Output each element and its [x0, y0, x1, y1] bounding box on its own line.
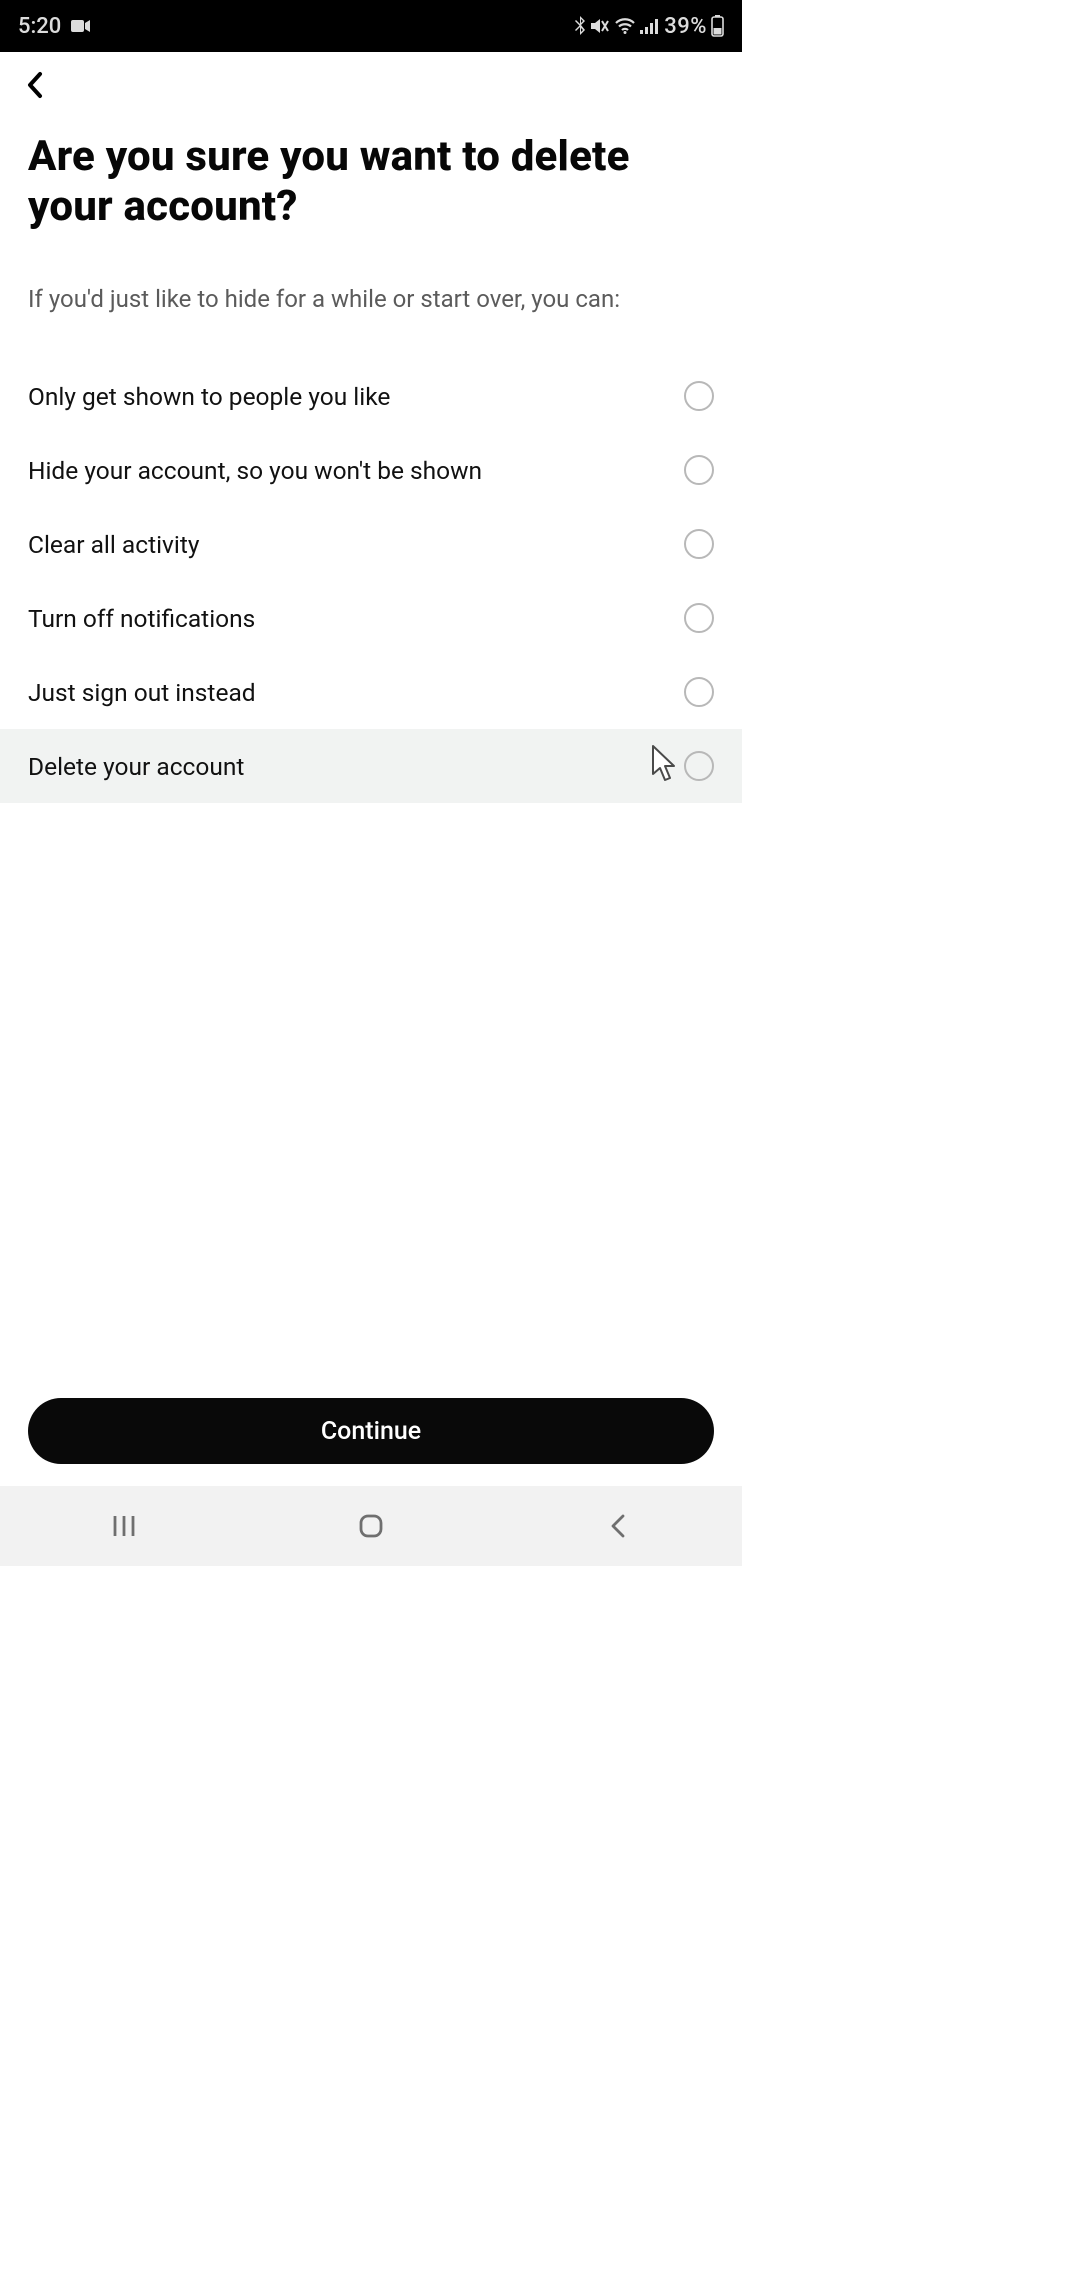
status-battery-pct: 39%	[664, 14, 707, 39]
option-sign-out[interactable]: Just sign out instead	[28, 655, 714, 729]
android-nav-bar	[0, 1486, 742, 1566]
home-icon	[358, 1513, 384, 1539]
option-label: Delete your account	[28, 752, 244, 781]
options-list: Only get shown to people you like Hide y…	[28, 359, 714, 803]
radio-unchecked-icon	[684, 455, 714, 485]
option-label: Clear all activity	[28, 530, 199, 559]
option-clear-activity[interactable]: Clear all activity	[28, 507, 714, 581]
continue-button[interactable]: Continue	[28, 1398, 714, 1464]
back-button[interactable]	[18, 68, 52, 102]
wifi-icon	[614, 18, 636, 34]
option-label: Hide your account, so you won't be shown	[28, 456, 482, 485]
chevron-left-icon	[25, 71, 45, 99]
option-label: Turn off notifications	[28, 604, 255, 633]
option-hide-account[interactable]: Hide your account, so you won't be shown	[28, 433, 714, 507]
back-row	[0, 52, 742, 102]
recent-apps-icon	[111, 1514, 137, 1538]
page-subtitle: If you'd just like to hide for a while o…	[28, 283, 668, 315]
radio-unchecked-icon	[684, 529, 714, 559]
nav-home-button[interactable]	[354, 1509, 388, 1543]
option-only-shown-to-liked[interactable]: Only get shown to people you like	[28, 359, 714, 433]
radio-unchecked-icon	[684, 677, 714, 707]
nav-recent-button[interactable]	[107, 1509, 141, 1543]
screen: Are you sure you want to delete your acc…	[0, 52, 742, 1486]
video-icon	[71, 19, 91, 33]
continue-button-label: Continue	[321, 1417, 421, 1446]
radio-unchecked-icon	[684, 603, 714, 633]
content: Are you sure you want to delete your acc…	[0, 102, 742, 803]
nav-back-icon	[609, 1513, 627, 1539]
nav-back-button[interactable]	[601, 1509, 635, 1543]
signal-icon	[640, 18, 660, 34]
mute-icon	[590, 17, 610, 35]
radio-unchecked-icon	[684, 381, 714, 411]
status-time: 5:20	[18, 14, 61, 39]
radio-unchecked-icon	[684, 751, 714, 781]
status-left: 5:20	[18, 14, 91, 39]
continue-wrap: Continue	[28, 1398, 714, 1464]
option-turn-off-notifications[interactable]: Turn off notifications	[28, 581, 714, 655]
battery-icon	[711, 15, 724, 37]
option-delete-account[interactable]: Delete your account	[0, 729, 742, 803]
option-label: Only get shown to people you like	[28, 382, 390, 411]
status-right: 39%	[574, 14, 724, 39]
option-label: Just sign out instead	[28, 678, 256, 707]
status-bar: 5:20 39%	[0, 0, 742, 52]
bluetooth-icon	[574, 16, 586, 36]
page-title: Are you sure you want to delete your acc…	[28, 132, 714, 231]
